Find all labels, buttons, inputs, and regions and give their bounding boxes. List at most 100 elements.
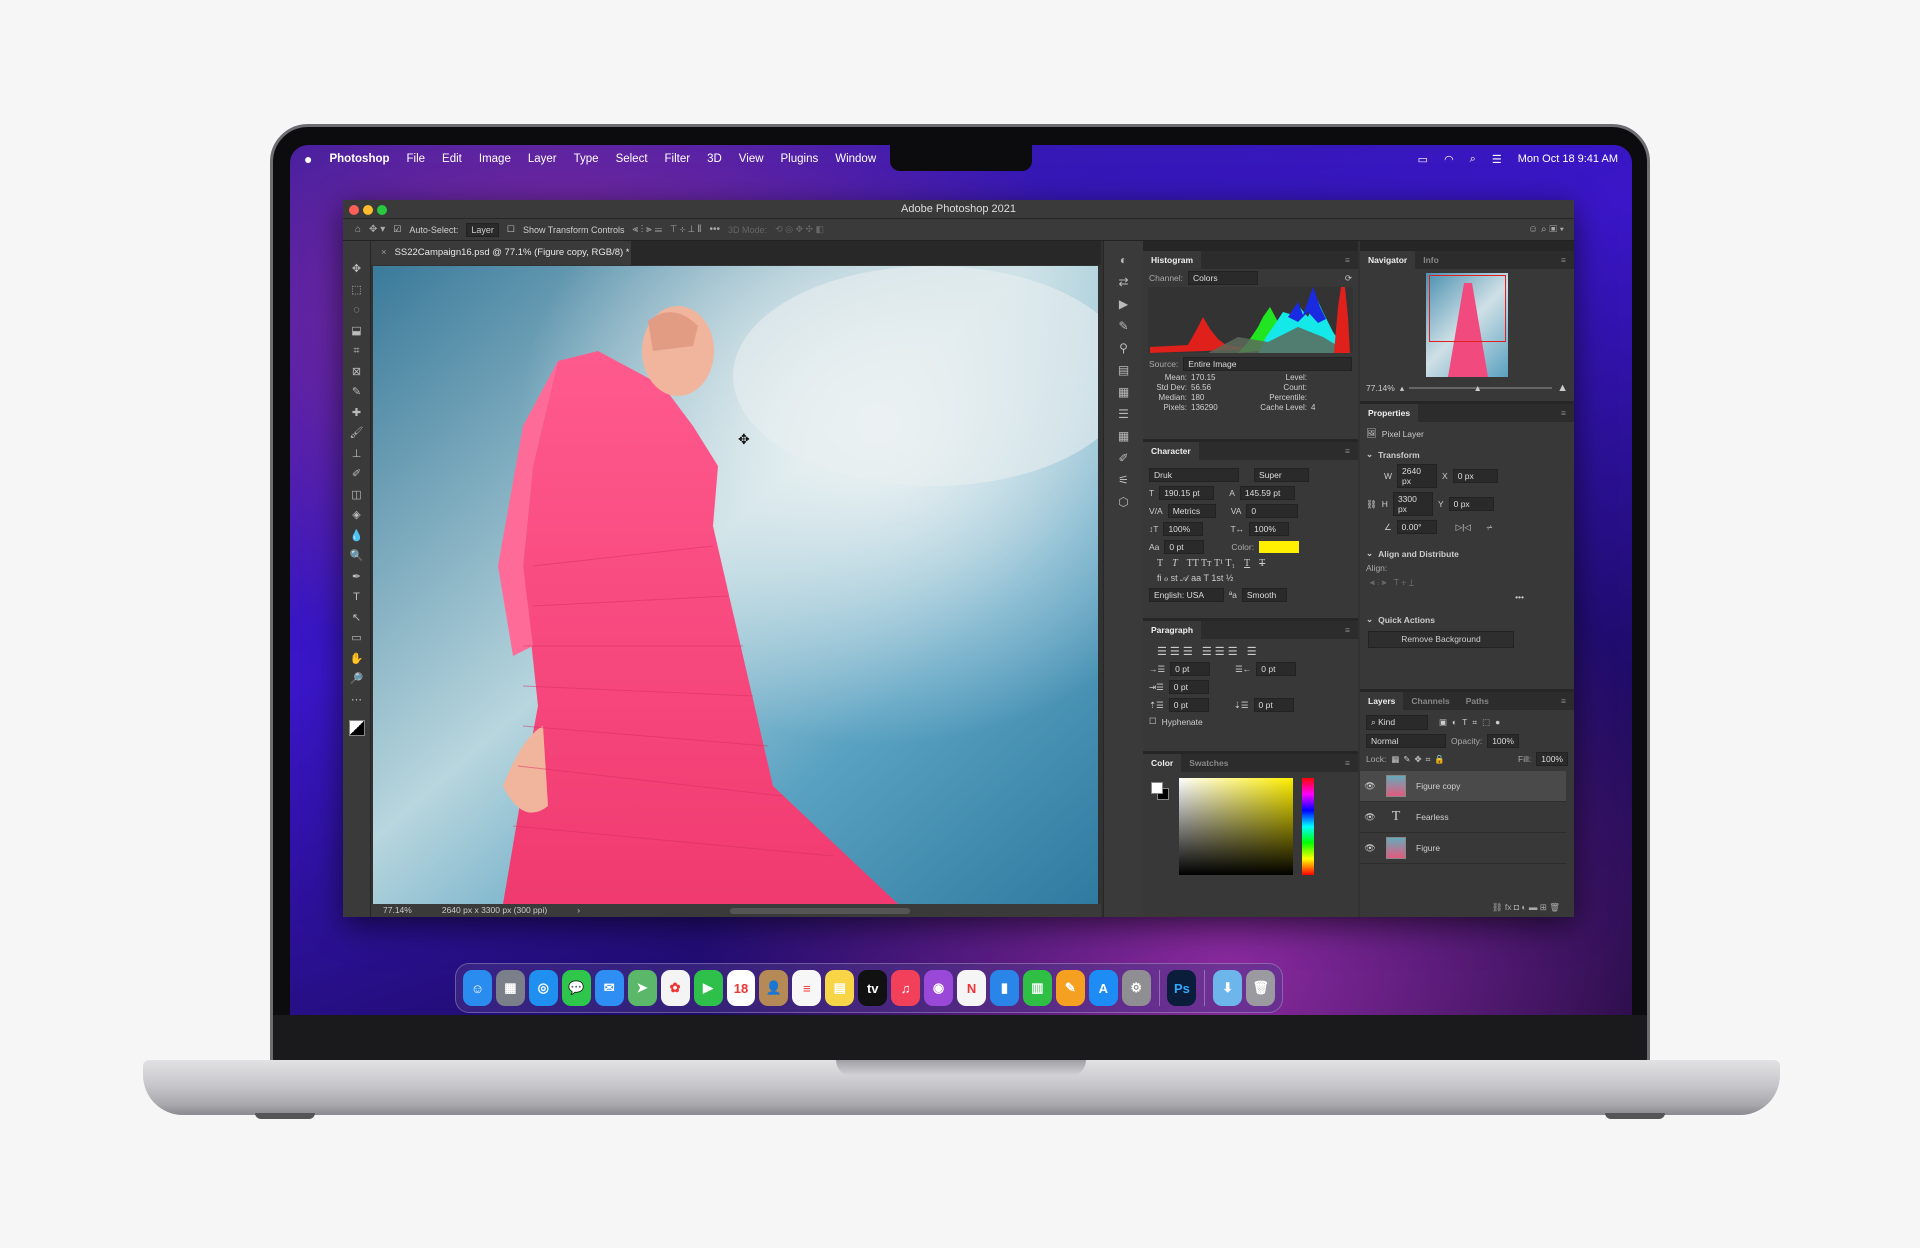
- properties-tab[interactable]: Properties: [1360, 404, 1419, 422]
- close-tab-icon[interactable]: ×: [381, 247, 387, 258]
- actions-play-icon[interactable]: ▶: [1119, 297, 1128, 319]
- home-icon[interactable]: ⌂: [355, 224, 361, 235]
- dock-photoshop[interactable]: Ps: [1167, 970, 1197, 1006]
- dock-trash[interactable]: 🗑: [1246, 970, 1276, 1006]
- tool-icon[interactable]: ✒: [352, 567, 361, 588]
- panel-menu-icon[interactable]: ≡: [1337, 251, 1358, 269]
- tool-icon[interactable]: ✚: [352, 403, 361, 424]
- indent-right-field[interactable]: 0 pt: [1256, 662, 1297, 676]
- tool-icon[interactable]: T: [353, 587, 360, 608]
- 3d-icon[interactable]: ⬡: [1118, 495, 1128, 517]
- color-tab[interactable]: Color: [1143, 754, 1182, 772]
- layer-row[interactable]: 👁 Figure copy: [1360, 771, 1566, 802]
- share-search-workspace-icons[interactable]: ☺ ⌕ ▣ ▾: [1528, 224, 1564, 235]
- apple-icon[interactable]: ●: [304, 151, 312, 167]
- paragraph-alignment-buttons[interactable]: ☰ ☰ ☰ ☰ ☰ ☰ ☰: [1143, 643, 1358, 660]
- tool-icon[interactable]: ⬚: [351, 280, 361, 301]
- panel-menu-icon[interactable]: ≡: [1337, 442, 1358, 460]
- visibility-eye-icon[interactable]: 👁: [1360, 781, 1380, 792]
- panel-menu-icon[interactable]: ≡: [1337, 754, 1358, 772]
- space-before-field[interactable]: 0 pt: [1168, 698, 1209, 712]
- dock-numbers[interactable]: ▥: [1022, 970, 1052, 1006]
- dock-contacts[interactable]: 👤: [759, 970, 789, 1006]
- dock-safari[interactable]: ◎: [528, 970, 558, 1006]
- brushes-icon[interactable]: ✐: [1118, 451, 1128, 473]
- layers-tab[interactable]: Layers: [1360, 692, 1404, 710]
- document-tab[interactable]: × SS22Campaign16.psd @ 77.1% (Figure copy…: [371, 241, 631, 265]
- transform-chevron-icon[interactable]: ⌄: [1366, 449, 1373, 460]
- tool-icon[interactable]: ✥: [352, 259, 361, 280]
- panel-menu-icon[interactable]: ≡: [1337, 621, 1358, 639]
- histogram-tab[interactable]: Histogram: [1143, 251, 1202, 269]
- language-dropdown[interactable]: English: USA: [1149, 588, 1224, 602]
- character-tab[interactable]: Character: [1143, 442, 1199, 460]
- menu-window[interactable]: Window: [835, 153, 876, 165]
- tool-icon[interactable]: ⊠: [352, 362, 361, 383]
- channels-tab[interactable]: Channels: [1403, 692, 1457, 710]
- remove-background-button[interactable]: Remove Background: [1368, 631, 1514, 648]
- fg-bg-color-swatches[interactable]: [348, 720, 365, 736]
- zoom-slider[interactable]: ▲: [1409, 383, 1553, 393]
- menu-select[interactable]: Select: [616, 153, 648, 165]
- hue-slider[interactable]: [1302, 778, 1314, 875]
- tool-icon[interactable]: ✎: [352, 382, 361, 403]
- dock-launchpad[interactable]: ▦: [495, 970, 525, 1006]
- horizontal-scale-field[interactable]: 100%: [1249, 522, 1290, 536]
- flip-horizontal-icon[interactable]: ▷|◁: [1456, 522, 1471, 533]
- close-button[interactable]: [349, 205, 359, 215]
- dock-music[interactable]: ♫: [891, 970, 921, 1006]
- menu-app-name[interactable]: Photoshop: [329, 153, 389, 165]
- menu-image[interactable]: Image: [479, 153, 511, 165]
- menu-type[interactable]: Type: [574, 153, 599, 165]
- first-line-indent-field[interactable]: 0 pt: [1168, 680, 1209, 694]
- navigator-thumbnail[interactable]: [1426, 273, 1508, 377]
- more-options-icon[interactable]: •••: [1360, 590, 1574, 604]
- dock-maps[interactable]: ➤: [627, 970, 657, 1006]
- tool-icon[interactable]: ✐: [352, 464, 361, 485]
- menu-edit[interactable]: Edit: [442, 153, 462, 165]
- opacity-field[interactable]: 100%: [1487, 734, 1519, 748]
- tool-icon[interactable]: 🔎: [350, 669, 364, 690]
- dock-reminders[interactable]: ≡: [792, 970, 822, 1006]
- refresh-icon[interactable]: ⟳: [1345, 273, 1352, 284]
- auto-select-dropdown[interactable]: Layer: [466, 222, 499, 237]
- foreground-color-swatch[interactable]: [1151, 782, 1163, 794]
- spotlight-icon[interactable]: ⌕: [1470, 153, 1476, 166]
- menu-layer[interactable]: Layer: [528, 153, 557, 165]
- x-field[interactable]: 0 px: [1452, 469, 1498, 483]
- dock-app-store[interactable]: A: [1088, 970, 1118, 1006]
- text-color-swatch[interactable]: [1259, 541, 1300, 553]
- wifi-icon[interactable]: ◠: [1444, 153, 1454, 166]
- font-size-field[interactable]: 190.15 pt: [1159, 486, 1215, 500]
- dock-calendar[interactable]: 18: [726, 970, 756, 1006]
- menu-3d[interactable]: 3D: [707, 153, 722, 165]
- canvas[interactable]: ✥: [373, 266, 1098, 904]
- dock-photos[interactable]: ✿: [660, 970, 690, 1006]
- align-buttons[interactable]: ⫷ ⫶ ⫸ ⊤ ⊹ ⊥: [1360, 575, 1574, 590]
- tool-icon[interactable]: ▭: [351, 628, 361, 649]
- status-zoom[interactable]: 77.14%: [383, 904, 412, 917]
- fill-field[interactable]: 100%: [1536, 752, 1568, 766]
- swatches-tab[interactable]: Swatches: [1181, 754, 1236, 772]
- layers-footer-buttons[interactable]: ⛓ fx ◘ ◐ ▬ ⊞ 🗑: [1486, 900, 1566, 915]
- dock-notes[interactable]: ▤: [825, 970, 855, 1006]
- horizontal-scrollbar[interactable]: [730, 908, 911, 914]
- zoom-out-icon[interactable]: ▴: [1400, 383, 1404, 394]
- antialias-dropdown[interactable]: Smooth: [1241, 588, 1287, 602]
- menu-view[interactable]: View: [739, 153, 764, 165]
- dock-pages[interactable]: ✎: [1055, 970, 1085, 1006]
- dock-facetime[interactable]: ▶: [693, 970, 723, 1006]
- dock-mail[interactable]: ✉: [594, 970, 624, 1006]
- height-field[interactable]: 3300 px: [1392, 492, 1433, 516]
- brush-settings-icon[interactable]: ✎: [1118, 319, 1128, 341]
- blend-mode-dropdown[interactable]: Normal: [1366, 734, 1446, 748]
- space-after-field[interactable]: 0 pt: [1253, 698, 1294, 712]
- tool-icon[interactable]: ⋯: [351, 690, 362, 711]
- auto-select-checkbox[interactable]: ☑: [393, 224, 401, 235]
- info-tab[interactable]: Info: [1415, 251, 1447, 269]
- dock-messages[interactable]: 💬: [561, 970, 591, 1006]
- panel-menu-icon[interactable]: ≡: [1553, 404, 1574, 422]
- more-icon[interactable]: •••: [710, 224, 721, 235]
- tool-icon[interactable]: 💧: [350, 526, 364, 547]
- clock[interactable]: Mon Oct 18 9:41 AM: [1518, 153, 1618, 165]
